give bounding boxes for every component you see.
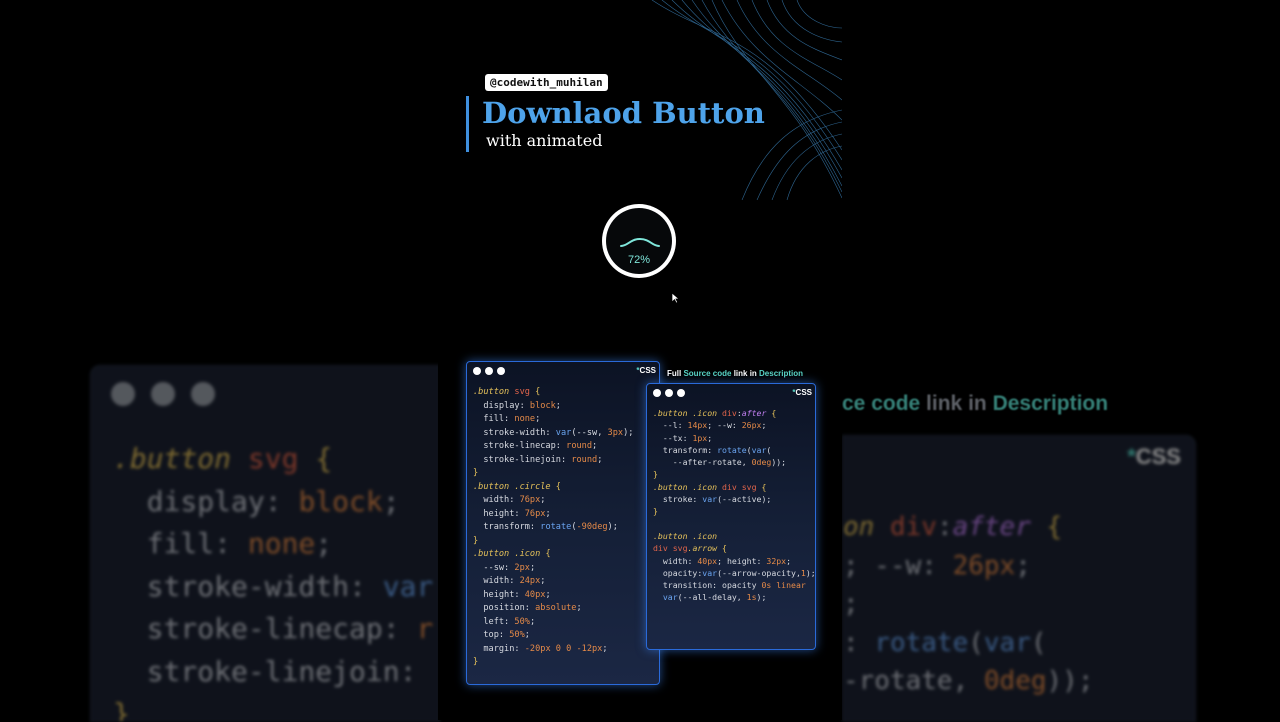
mouse-cursor-icon xyxy=(671,292,680,304)
code-block: .button .icon div:after { --l: 14px; --w… xyxy=(653,408,816,603)
page-title: Downlaod Button xyxy=(482,96,765,130)
source-code-caption: Full Source code link in Description xyxy=(667,369,804,378)
css-tag: *CSS xyxy=(1127,444,1181,469)
code-panel-button-svg: *CSS .button svg { display: block; fill:… xyxy=(466,361,660,685)
window-dots xyxy=(653,389,685,397)
background-caption: ce code link in Description xyxy=(842,392,1109,415)
code-panel-icon-after: *CSS .button .icon div:after { --l: 14px… xyxy=(646,383,816,650)
main-content: @codewith_muhilan Downlaod Button with a… xyxy=(438,0,842,720)
code-block: .button svg { display: block; fill: none… xyxy=(473,387,634,667)
window-dots xyxy=(111,382,215,406)
background-code-right: on div:after { ; --w: 26px; ; : rotate(v… xyxy=(843,512,1094,696)
background-code-panel-left: .button svg { display: block; fill: none… xyxy=(90,365,440,722)
window-dots xyxy=(473,367,505,375)
css-tag: *CSS xyxy=(636,366,656,375)
background-code-left: .button svg { display: block; fill: none… xyxy=(113,442,434,722)
background-code-panel-right: *CSS on div:after { ; --w: 26px; ; : rot… xyxy=(842,435,1196,722)
css-tag: *CSS xyxy=(792,388,812,397)
title-accent-bar xyxy=(466,96,469,152)
progress-percent: 72% xyxy=(627,254,651,266)
wave-icon xyxy=(620,237,660,247)
page-subtitle: with animated xyxy=(486,131,603,150)
author-handle: @codewith_muhilan xyxy=(485,74,608,91)
